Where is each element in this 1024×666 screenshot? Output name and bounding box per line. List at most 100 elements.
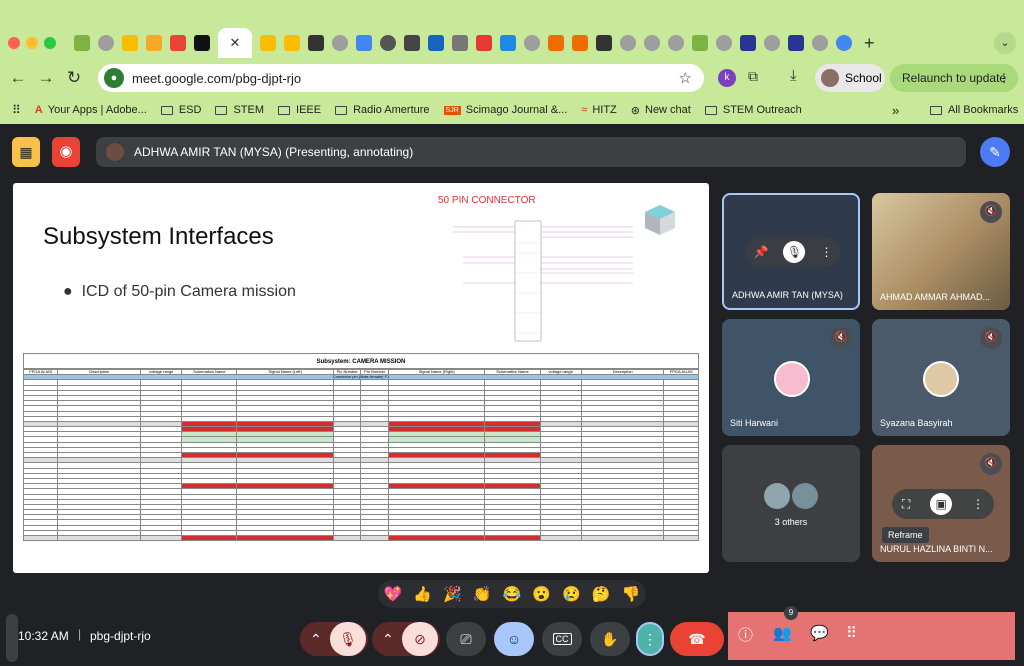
more-bookmarks-icon[interactable]: » (892, 103, 899, 118)
address-bar[interactable]: ● meet.google.com/pbg-djpt-rjo ☆ (98, 64, 704, 92)
more-menu-icon[interactable]: ⋮ (998, 71, 1010, 85)
participant-tile[interactable]: 🔇 ⛶ ▣ ⋮ Reframe NURUL HAZLINA BINTI N... (872, 445, 1010, 562)
extension-k-icon[interactable]: k (718, 69, 736, 87)
tab-icon[interactable] (404, 35, 420, 51)
bookmark-folder[interactable]: STEM Outreach (704, 104, 802, 116)
joy-reaction[interactable]: 😂 (503, 585, 522, 603)
new-tab-icon[interactable]: + (864, 33, 875, 54)
tab-icon[interactable] (98, 35, 114, 51)
sad-reaction[interactable]: 😢 (562, 585, 581, 603)
forward-icon[interactable]: → (32, 68, 60, 88)
tab-icon[interactable] (332, 35, 348, 51)
download-icon[interactable]: ⤓ (790, 67, 797, 84)
more-options-button[interactable]: ⋮ (636, 622, 664, 656)
url-text[interactable]: meet.google.com/pbg-djpt-rjo (132, 71, 301, 86)
tab-icon[interactable] (572, 35, 588, 51)
tab-icon[interactable] (548, 35, 564, 51)
bookmark-item[interactable]: ≈ HITZ (581, 104, 617, 116)
tab-icon[interactable] (500, 35, 516, 51)
chat-icon[interactable]: 💬 (810, 624, 829, 642)
back-icon[interactable]: ← (4, 68, 32, 88)
thumbs-down-reaction[interactable]: 👎 (622, 585, 641, 603)
thumbs-up-reaction[interactable]: 👍 (413, 585, 432, 603)
sidebar-handle[interactable] (6, 614, 18, 662)
participant-tile[interactable]: 🔇 AHMAD AMMAR AHMAD... (872, 193, 1010, 310)
party-popper-reaction[interactable]: 🎉 (443, 585, 462, 603)
participant-tile[interactable]: 🔇 Siti Harwani (722, 319, 860, 436)
tab-icon[interactable] (308, 35, 324, 51)
stop-presenting-button[interactable]: ◉ (52, 137, 80, 167)
profile-button[interactable]: School (815, 64, 885, 92)
bookmark-folder[interactable]: STEM (215, 104, 264, 116)
annotation-toggle-button[interactable]: ▦ (12, 137, 40, 167)
tab-icon[interactable] (836, 35, 852, 51)
tab-search-icon[interactable]: ⌄ (994, 32, 1016, 54)
thinking-reaction[interactable]: 🤔 (592, 585, 611, 603)
mic-toggle-button[interactable]: 🎙 (330, 622, 366, 656)
tab-icon[interactable] (716, 35, 732, 51)
bookmark-folder[interactable]: IEEE (278, 104, 321, 116)
tab-icon[interactable] (284, 35, 300, 51)
tab-icon[interactable] (812, 35, 828, 51)
bookmark-folder[interactable]: Radio Amerture (335, 104, 430, 116)
annotate-pen-button[interactable]: ✎ (980, 137, 1010, 167)
all-bookmarks-folder[interactable]: All Bookmarks (930, 104, 1018, 116)
raise-hand-button[interactable]: ✋ (590, 622, 630, 656)
bookmark-item[interactable]: A Your Apps | Adobe... (35, 104, 147, 116)
tab-icon[interactable] (170, 35, 186, 51)
tab-icon[interactable] (260, 35, 276, 51)
camera-toggle-button[interactable]: ⊘ (402, 622, 438, 656)
participant-tile-others[interactable]: 3 others (722, 445, 860, 562)
tab-icon[interactable] (524, 35, 540, 51)
close-tab-icon[interactable]: ✕ (230, 35, 241, 51)
reactions-button[interactable]: ☺ (494, 622, 534, 656)
bookmark-folder[interactable]: ESD (160, 104, 201, 116)
tab-icon[interactable] (74, 35, 90, 51)
minimize-window-button[interactable] (26, 37, 38, 49)
bookmark-star-icon[interactable]: ☆ (679, 69, 692, 87)
leave-call-button[interactable]: ☎ (670, 622, 724, 656)
activities-icon[interactable]: ⠿ (846, 624, 857, 642)
tab-icon[interactable] (740, 35, 756, 51)
tab-icon[interactable] (122, 35, 138, 51)
active-tab-meet[interactable]: ✕ (218, 28, 252, 58)
close-window-button[interactable] (8, 37, 20, 49)
bookmark-item[interactable]: ⊛ New chat (631, 104, 691, 117)
maximize-window-button[interactable] (44, 37, 56, 49)
tab-icon[interactable] (668, 35, 684, 51)
captions-button[interactable]: CC (542, 622, 582, 656)
tab-icon[interactable] (146, 35, 162, 51)
tab-icon[interactable] (692, 35, 708, 51)
meeting-info-icon[interactable]: ⓘ (738, 624, 753, 645)
tab-icon[interactable] (596, 35, 612, 51)
tab-icon[interactable] (788, 35, 804, 51)
mic-in-use-icon[interactable]: ● (104, 68, 124, 88)
participant-tile-presenter[interactable]: 📌 🎙 ⋮ ADHWA AMIR TAN (MYSA) (722, 193, 860, 310)
extensions-puzzle-icon[interactable]: ⧉ (748, 68, 758, 85)
surprised-reaction[interactable]: 😮 (532, 585, 551, 603)
tab-icon[interactable] (620, 35, 636, 51)
tab-icon[interactable] (194, 35, 210, 51)
more-options-icon[interactable]: ⋮ (820, 245, 832, 259)
more-options-icon[interactable]: ⋮ (972, 497, 984, 511)
participant-tile[interactable]: 🔇 Syazana Basyirah (872, 319, 1010, 436)
tab-icon[interactable] (380, 35, 396, 51)
tab-icon[interactable] (644, 35, 660, 51)
people-icon[interactable]: 👥 (773, 624, 792, 642)
tab-icon[interactable] (428, 35, 444, 51)
apps-grid-icon[interactable]: ⠿ (12, 103, 21, 117)
tab-icon[interactable] (476, 35, 492, 51)
present-button[interactable]: ⎚ (446, 622, 486, 656)
mic-level-icon[interactable]: 🎙 (783, 241, 806, 263)
add-image-icon[interactable]: ▣ (930, 493, 953, 515)
sparkling-heart-reaction[interactable]: 💖 (384, 585, 403, 603)
clapping-reaction[interactable]: 👏 (473, 585, 492, 603)
reload-icon[interactable]: ↻ (60, 68, 88, 88)
tab-icon[interactable] (452, 35, 468, 51)
tab-icon[interactable] (764, 35, 780, 51)
pin-icon[interactable]: 📌 (754, 245, 769, 259)
tab-icon[interactable] (356, 35, 372, 51)
bookmark-item[interactable]: SJR Scimago Journal &... (443, 104, 567, 116)
reframe-icon[interactable]: ⛶ (902, 497, 910, 512)
relaunch-button[interactable]: Relaunch to update ⋮ (890, 64, 1018, 92)
